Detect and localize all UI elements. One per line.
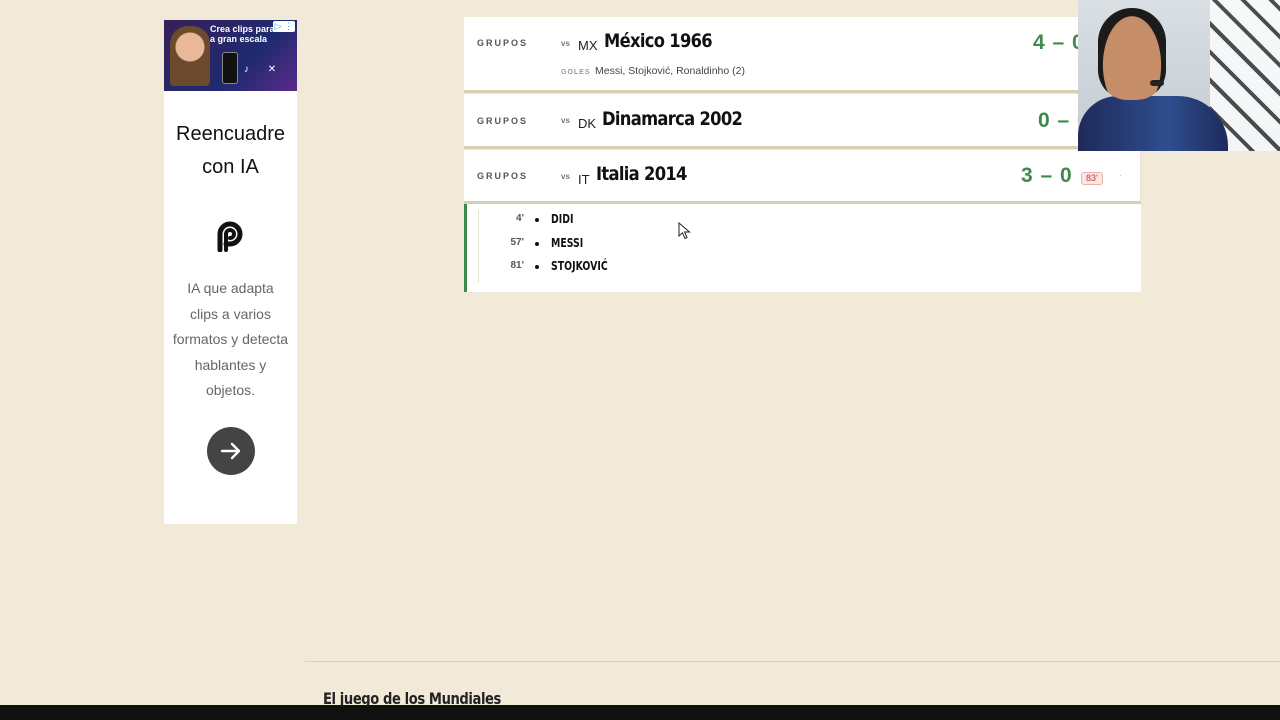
scorer-row: 4' DIDI bbox=[467, 211, 767, 229]
headset-mic-icon bbox=[1150, 80, 1164, 86]
match-row[interactable]: GRUPOS vs DK Dinamarca 2002 0 – 0 bbox=[464, 94, 1141, 149]
bullet-icon bbox=[535, 265, 539, 269]
goals-label: GOLES bbox=[561, 69, 591, 76]
goal-minute: 57' bbox=[510, 237, 524, 248]
scorer-name: DIDI bbox=[551, 212, 574, 226]
match-score: 3 – 0 bbox=[1021, 164, 1073, 187]
scorer-name: MESSI bbox=[551, 236, 584, 250]
scorer-row: 81' STOJKOVIĆ bbox=[467, 258, 767, 276]
ad-banner-image[interactable]: ♪ ✕ Crea clips para a gran escala ▷ ⋮ bbox=[164, 20, 297, 91]
match-vs: vs bbox=[561, 172, 570, 181]
scorers-panel: 4' DIDI 57' MESSI 81' STOJKOVIĆ bbox=[464, 204, 1141, 292]
webcam-person-head bbox=[1098, 8, 1166, 100]
ad-title: Reencuadre con IA bbox=[176, 123, 285, 178]
ad-presenter-image bbox=[170, 26, 210, 86]
bullet-icon bbox=[535, 242, 539, 246]
adchoices-icon[interactable]: ▷ ⋮ bbox=[272, 21, 295, 32]
team-code: DK bbox=[578, 116, 597, 131]
bottom-bar bbox=[0, 705, 1280, 720]
webcam-person-body bbox=[1078, 96, 1228, 151]
scorer-name: STOJKOVIĆ bbox=[551, 259, 608, 273]
expand-indicator[interactable]: · bbox=[1119, 171, 1122, 180]
team-name: Dinamarca 2002 bbox=[602, 108, 743, 130]
match-stage: GRUPOS bbox=[477, 116, 529, 126]
bullet-icon bbox=[535, 218, 539, 222]
ad-social-icons: ♪ ✕ bbox=[244, 64, 285, 75]
webcam-overlay bbox=[1078, 0, 1280, 151]
live-minute-badge: 83' bbox=[1081, 172, 1103, 185]
match-row[interactable]: GRUPOS vs MX México 1966 4 – 0 GOLES Mes… bbox=[464, 17, 1141, 93]
ad-cta-button[interactable] bbox=[207, 427, 255, 475]
team-name: México 1966 bbox=[604, 30, 713, 52]
goals-list: Messi, Stojković, Ronaldinho (2) bbox=[595, 65, 745, 77]
mouse-cursor-icon bbox=[678, 222, 691, 240]
scorer-row: 57' MESSI bbox=[467, 235, 767, 253]
team-code: IT bbox=[578, 172, 590, 187]
arrow-right-icon bbox=[220, 442, 241, 460]
match-stage: GRUPOS bbox=[477, 171, 529, 181]
goal-minute: 81' bbox=[510, 260, 524, 271]
team-name: Italia 2014 bbox=[596, 163, 687, 185]
match-stage: GRUPOS bbox=[477, 38, 529, 48]
ad-phone-image bbox=[222, 52, 238, 84]
team-code: MX bbox=[578, 38, 598, 53]
ad-description: IA que adapta clips a varios formatos y … bbox=[172, 280, 289, 398]
match-score: 4 – 0 bbox=[1033, 31, 1085, 54]
match-row-expanded[interactable]: GRUPOS vs IT Italia 2014 3 – 0 83' · bbox=[464, 150, 1141, 204]
footer-divider bbox=[305, 661, 1280, 662]
match-vs: vs bbox=[561, 116, 570, 125]
opus-clip-logo-icon bbox=[217, 221, 243, 252]
goal-minute: 4' bbox=[516, 213, 524, 224]
match-vs: vs bbox=[561, 39, 570, 48]
ad-banner-text: Crea clips para a gran escala bbox=[210, 24, 275, 44]
